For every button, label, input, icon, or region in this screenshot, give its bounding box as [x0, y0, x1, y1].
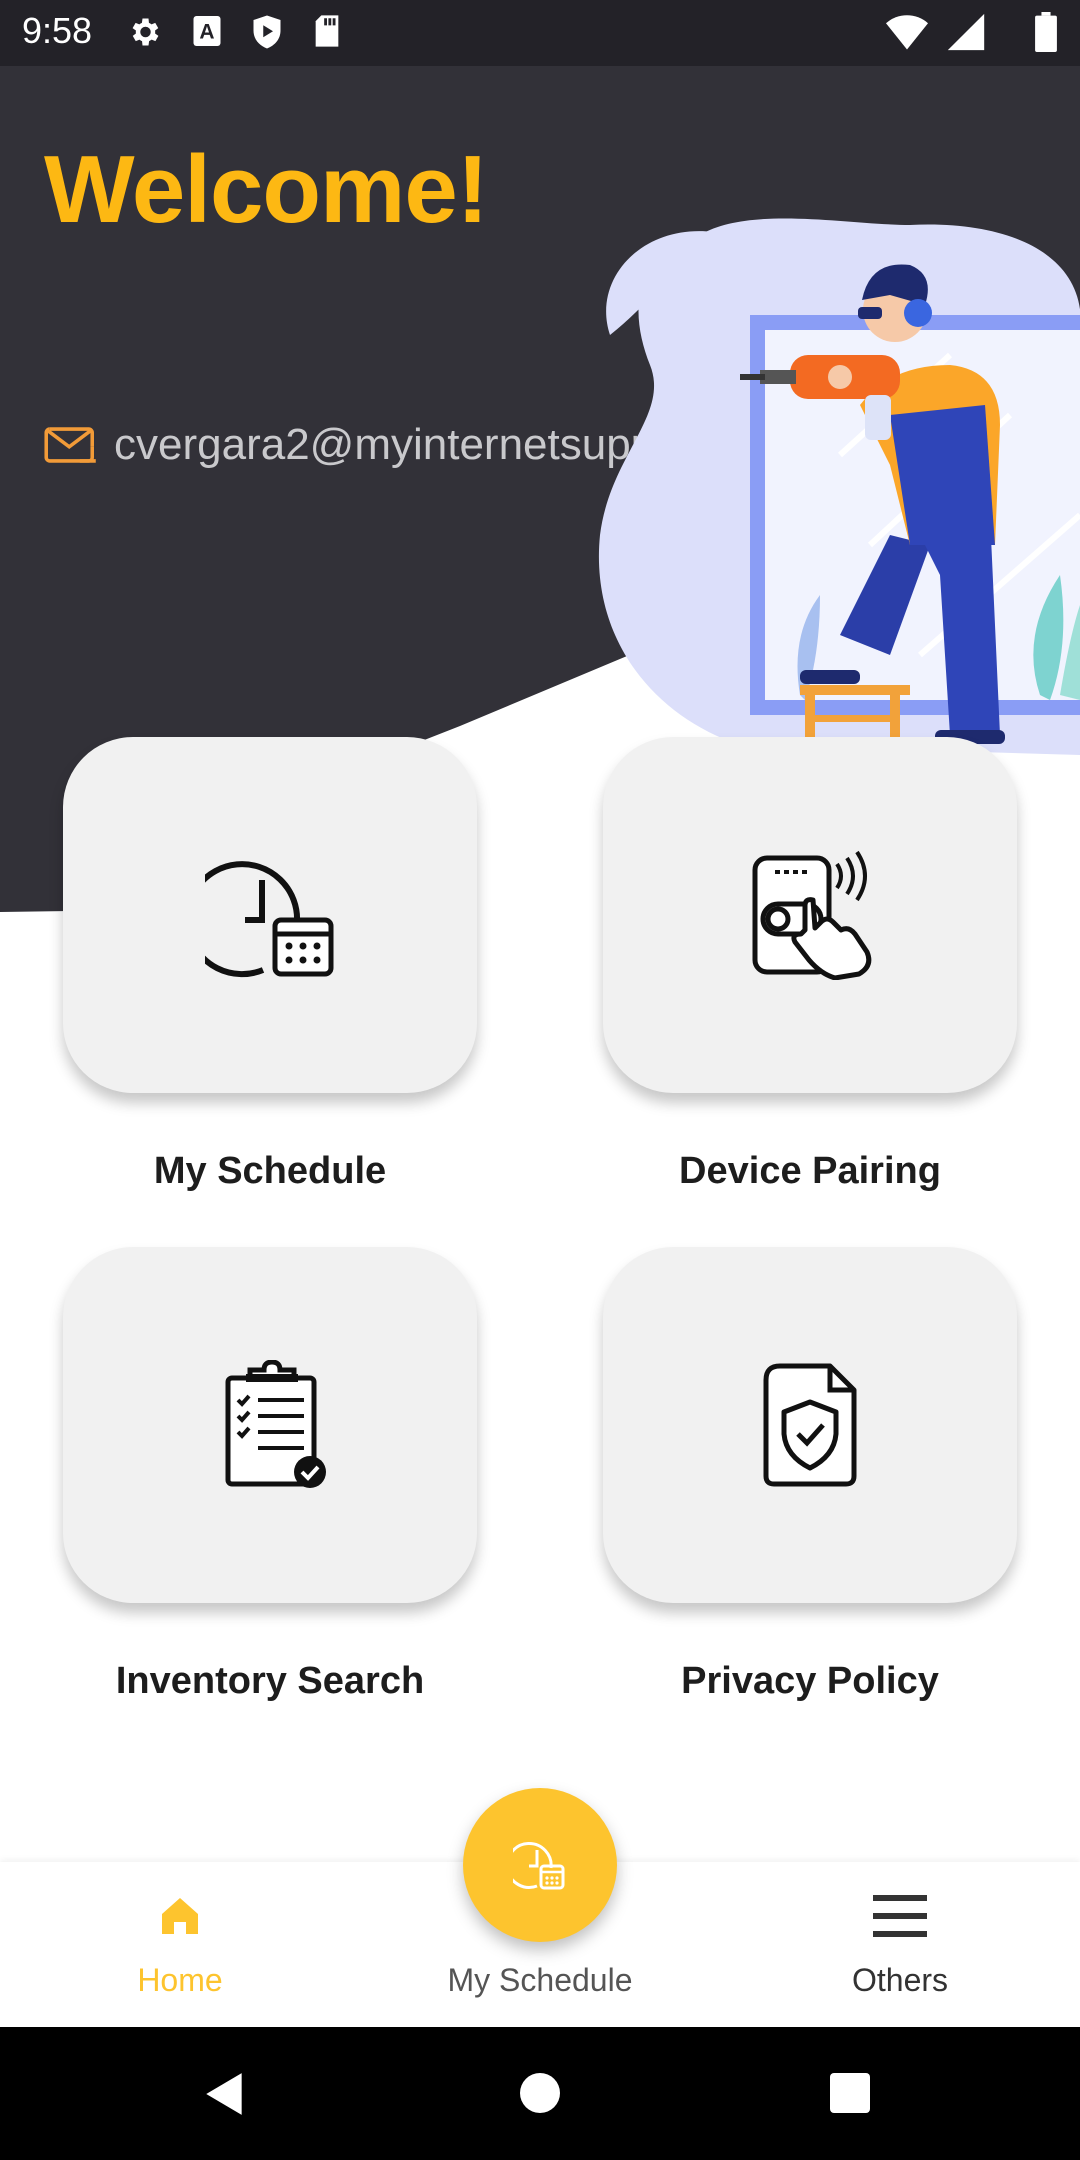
back-icon[interactable]: [200, 2069, 250, 2119]
home-icon: [162, 1898, 198, 1934]
phone-tap-icon: [752, 850, 872, 980]
status-bar: 9:58 A: [0, 0, 1080, 66]
clock-calendar-icon: [513, 1841, 565, 1890]
inventory-search-card[interactable]: [63, 1247, 477, 1603]
privacy-policy-card[interactable]: [603, 1247, 1017, 1603]
clipboard-check-icon: [225, 1360, 326, 1488]
welcome-title: Welcome!: [44, 136, 489, 243]
my-schedule-label: My Schedule: [153, 1150, 387, 1192]
my-schedule-card[interactable]: [63, 737, 477, 1093]
my-schedule-fab[interactable]: [463, 1788, 617, 1942]
gear-icon: [132, 18, 159, 46]
inventory-search-label: Inventory Search: [115, 1660, 425, 1702]
status-time: 9:58: [22, 10, 93, 51]
worker-illustration: [598, 218, 1080, 755]
system-nav-bar: [0, 2027, 1080, 2160]
nav-label-home: Home: [137, 1962, 223, 1998]
device-pairing-label: Device Pairing: [679, 1150, 941, 1192]
home-circle-icon[interactable]: [516, 2069, 564, 2117]
recents-icon[interactable]: [826, 2069, 874, 2117]
clock-calendar-icon: [205, 861, 334, 978]
svg-text:A: A: [199, 21, 214, 44]
device-pairing-card[interactable]: [603, 737, 1017, 1093]
sd-card-icon: [315, 15, 339, 47]
a-icon: A: [193, 16, 221, 46]
nav-item-others[interactable]: Others: [780, 1862, 1020, 2027]
nav-label-my-schedule: My Schedule: [447, 1962, 633, 1998]
signal-icon: [947, 13, 985, 51]
battery-icon: [1035, 12, 1057, 52]
nav-label-others: Others: [851, 1962, 949, 1998]
menu-icon: [873, 1895, 927, 1937]
mail-icon: [44, 427, 96, 463]
shield-document-icon: [763, 1363, 857, 1487]
wifi-icon: [886, 15, 928, 50]
play-protect-icon: [253, 15, 281, 49]
privacy-policy-label: Privacy Policy: [681, 1660, 939, 1702]
nav-item-home[interactable]: Home: [60, 1862, 300, 2027]
